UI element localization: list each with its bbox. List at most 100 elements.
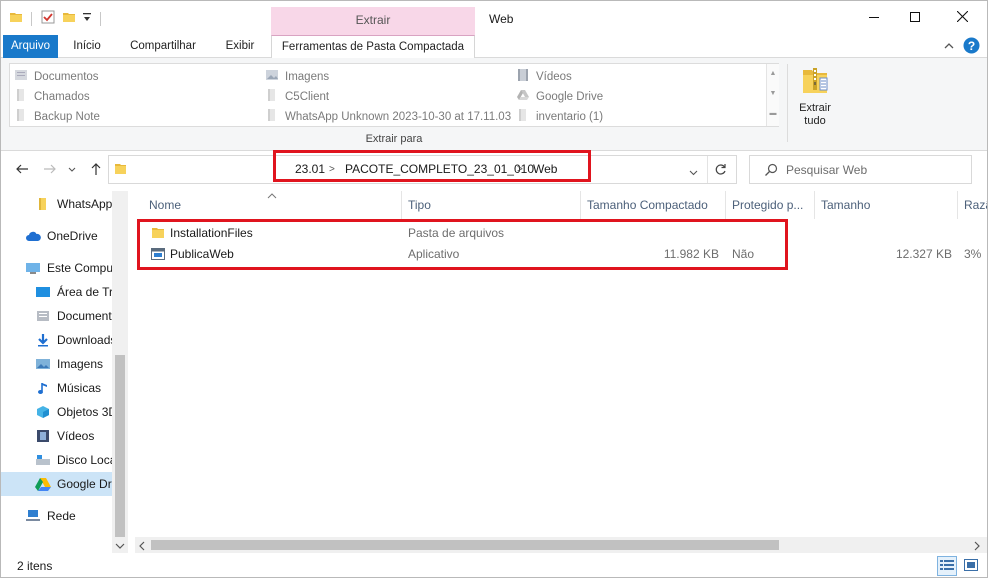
nav-item-area-de-trabalho[interactable]: Área de Trabalho xyxy=(1,280,113,304)
breadcrumb-separator-icon[interactable]: > xyxy=(329,156,335,183)
nav-item-whatsapp[interactable]: WhatsApp xyxy=(1,192,113,216)
scroll-down-icon[interactable] xyxy=(115,539,125,553)
tab-ferramentas-pasta-compactada[interactable]: Ferramentas de Pasta Compactada xyxy=(271,35,475,59)
address-history-button[interactable] xyxy=(689,166,698,180)
customize-qat-icon[interactable] xyxy=(82,11,92,26)
properties-icon[interactable] xyxy=(40,9,56,28)
file-name[interactable]: InstallationFiles xyxy=(170,223,390,244)
arrow-left-icon xyxy=(15,162,29,179)
extract-all-label: Extrair tudo xyxy=(799,102,831,127)
close-button[interactable] xyxy=(939,1,985,35)
folder-icon xyxy=(35,196,51,212)
extract-to-whatsapp-unknown[interactable]: WhatsApp Unknown 2023-10-30 at 17.11.03 xyxy=(265,108,511,125)
nav-item-imagens[interactable]: Imagens xyxy=(1,352,113,376)
details-view-button[interactable] xyxy=(937,556,957,576)
chevron-down-icon xyxy=(689,166,698,180)
file-type: Pasta de arquivos xyxy=(408,226,505,240)
videos-icon xyxy=(35,428,51,444)
refresh-icon xyxy=(714,164,727,179)
column-header-tipo[interactable]: Tipo xyxy=(402,191,580,219)
new-folder-icon[interactable] xyxy=(62,10,76,27)
column-header-nome[interactable]: Nome xyxy=(143,191,401,219)
qat-separator xyxy=(31,11,32,26)
scroll-right-icon[interactable] xyxy=(973,540,981,554)
extract-to-c5client[interactable]: C5Client xyxy=(265,88,329,105)
breadcrumb-web[interactable]: Web xyxy=(533,156,557,183)
up-button[interactable] xyxy=(87,161,105,179)
column-header-tamanho-compactado[interactable]: Tamanho Compactado xyxy=(581,191,725,219)
scroll-down-icon[interactable]: ▼ xyxy=(767,84,779,104)
status-bar: 2 itens xyxy=(1,553,987,577)
nav-scroll-thumb[interactable] xyxy=(115,355,125,537)
large-icons-view-button[interactable] xyxy=(961,556,981,576)
extract-to-backup-note[interactable]: Backup Note xyxy=(14,108,100,125)
nav-item-musicas[interactable]: Músicas xyxy=(1,376,113,400)
folder-icon xyxy=(114,162,127,179)
extract-to-videos[interactable]: Vídeos xyxy=(516,68,572,85)
address-divider xyxy=(707,156,708,183)
nav-item-este-computador[interactable]: Este Computador xyxy=(1,256,113,280)
nav-item-objetos-3d[interactable]: Objetos 3D xyxy=(1,400,113,424)
nav-item-documentos[interactable]: Documentos xyxy=(1,304,113,328)
objects-3d-icon xyxy=(35,404,51,420)
extract-to-gallery: Documentos Chamados Backup Note Imagens … xyxy=(9,63,779,127)
tab-exibir[interactable]: Exibir xyxy=(215,35,265,58)
search-box[interactable] xyxy=(749,155,972,184)
tab-inicio[interactable]: Início xyxy=(63,35,111,58)
file-row[interactable]: InstallationFiles Pasta de arquivos xyxy=(135,223,987,244)
address-bar[interactable]: 23.01 > PACOTE_COMPLETO_23_01_010 > Web xyxy=(108,155,737,184)
tab-arquivo[interactable]: Arquivo xyxy=(3,35,58,58)
extract-to-inventario[interactable]: inventario (1) xyxy=(516,108,603,125)
nav-item-downloads[interactable]: Downloads xyxy=(1,328,113,352)
application-icon xyxy=(151,247,165,263)
column-header-protegido[interactable]: Protegido p... xyxy=(726,191,814,219)
column-header-razao[interactable]: Razão xyxy=(958,191,987,219)
nav-pane-vertical-scrollbar[interactable] xyxy=(112,191,128,553)
extract-to-chamados[interactable]: Chamados xyxy=(14,88,90,105)
nav-item-google-drive[interactable]: Google Drive xyxy=(1,472,113,496)
svg-text:?: ? xyxy=(968,39,975,53)
nav-item-onedrive[interactable]: OneDrive xyxy=(1,224,113,248)
minimize-button[interactable] xyxy=(851,1,897,35)
horizontal-scroll-thumb[interactable] xyxy=(151,540,779,550)
extract-to-documentos[interactable]: Documentos xyxy=(14,68,99,85)
chevron-down-icon xyxy=(68,163,76,177)
file-protected: Não xyxy=(732,247,755,261)
refresh-button[interactable] xyxy=(714,163,727,179)
this-pc-icon xyxy=(25,260,41,276)
scroll-left-icon[interactable] xyxy=(138,540,146,554)
help-button[interactable]: ? xyxy=(963,37,980,57)
navigation-pane: WhatsApp OneDrive Este Computador Área d… xyxy=(1,191,128,553)
nav-item-disco-local[interactable]: Disco Local xyxy=(1,448,113,472)
extract-to-google-drive[interactable]: Google Drive xyxy=(516,88,603,105)
maximize-button[interactable] xyxy=(892,1,938,35)
google-drive-icon xyxy=(516,88,530,105)
nav-item-rede[interactable]: Rede xyxy=(1,504,113,528)
folder-icon xyxy=(9,10,23,27)
arrow-right-icon xyxy=(43,162,57,179)
scroll-up-icon[interactable]: ▲ xyxy=(767,64,779,84)
file-type: Aplicativo xyxy=(408,247,460,261)
tab-compartilhar[interactable]: Compartilhar xyxy=(119,35,207,58)
collapse-ribbon-button[interactable] xyxy=(944,40,954,54)
search-input[interactable] xyxy=(786,161,966,179)
context-tab-title: Extrair xyxy=(355,13,391,27)
recent-locations-button[interactable] xyxy=(63,161,81,179)
back-button[interactable] xyxy=(13,161,31,179)
column-header-tamanho[interactable]: Tamanho xyxy=(815,191,957,219)
breadcrumb-23-01[interactable]: 23.01 xyxy=(295,156,325,183)
file-list-horizontal-scrollbar[interactable] xyxy=(135,537,987,554)
breadcrumb-pacote-completo[interactable]: PACOTE_COMPLETO_23_01_010 xyxy=(345,156,534,183)
extract-to-group-label: Extrair para xyxy=(365,133,423,145)
extract-to-imagens[interactable]: Imagens xyxy=(265,68,329,85)
file-row[interactable]: PublicaWeb Aplicativo 11.982 KB Não 12.3… xyxy=(135,244,987,265)
nav-item-videos[interactable]: Vídeos xyxy=(1,424,113,448)
file-name[interactable]: PublicaWeb xyxy=(170,244,390,265)
extract-all-button[interactable]: Extrair tudo xyxy=(793,64,837,134)
gallery-more-icon[interactable]: ▬ xyxy=(767,104,779,124)
documents-icon xyxy=(35,308,51,324)
forward-button[interactable] xyxy=(41,161,59,179)
chevron-up-icon xyxy=(944,40,954,54)
gallery-scroll[interactable]: ▲ ▼ ▬ xyxy=(766,64,779,126)
breadcrumb-separator-icon[interactable]: > xyxy=(517,156,523,183)
